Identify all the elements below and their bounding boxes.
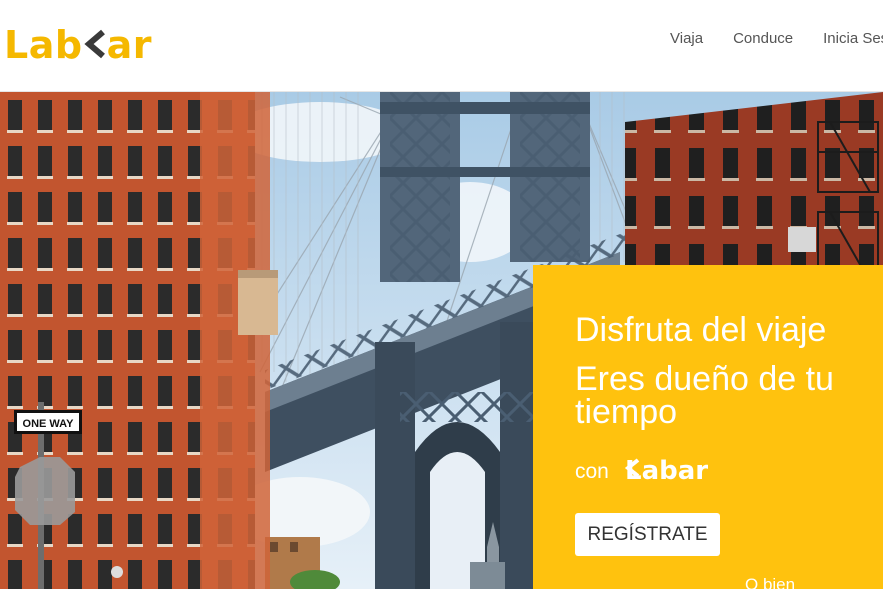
hero-image: ONE WAY Disfruta del viaje Eres dueño de… [0,92,883,589]
logo-text-left: Lab [4,23,83,67]
top-header: Labar Viaja Conduce Inicia Sesión [0,0,883,92]
one-way-sign: ONE WAY [23,418,75,430]
or-text: O bien [745,575,796,589]
card-logo-text-right: ar [677,456,709,486]
card-labcar-logo: Lab ar [625,456,708,486]
logo-chevron-icon [83,29,105,59]
register-button[interactable]: REGÍSTRATE [575,513,720,556]
card-title: Disfruta del viaje [575,311,827,349]
main-nav: Viaja Conduce Inicia Sesión [670,30,883,47]
nav-inicia-sesion[interactable]: Inicia Sesión [823,30,883,47]
labcar-logo[interactable]: Lab ar [4,22,152,68]
card-subtitle: Eres dueño de tu tiempo [575,360,834,431]
nav-conduce[interactable]: Conduce [733,30,793,47]
logo-text-right: ar [106,23,152,67]
card-logo-chevron-icon [625,458,640,478]
con-label: con [575,460,609,483]
nav-viaja[interactable]: Viaja [670,30,703,47]
promo-card: Disfruta del viaje Eres dueño de tu tiem… [533,265,883,589]
